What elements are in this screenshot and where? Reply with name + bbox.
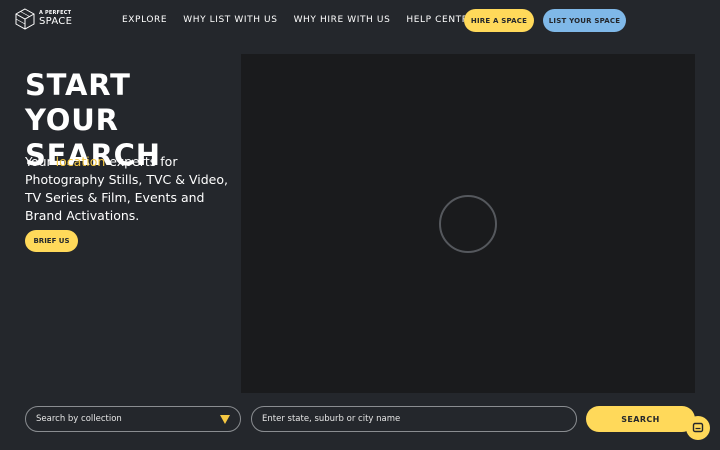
chevron-down-icon (220, 415, 230, 424)
spinner-icon (439, 195, 497, 253)
list-your-space-button[interactable]: LIST YOUR SPACE (543, 9, 626, 32)
hero-description: Your location experts for Photography St… (25, 153, 235, 225)
hero-title-line1: START YOUR (25, 68, 131, 137)
nav-why-list-with-us[interactable]: WHY LIST WITH US (183, 15, 277, 25)
header: A PERFECT SPACE EXPLORE WHY LIST WITH US… (0, 0, 720, 40)
chat-button[interactable] (686, 416, 710, 440)
hire-a-space-button[interactable]: HIRE A SPACE (464, 9, 534, 32)
nav-explore[interactable]: EXPLORE (122, 15, 167, 25)
location-search-input[interactable] (251, 406, 577, 432)
hero-desc-highlight: location (55, 154, 106, 169)
collection-select[interactable]: Search by collection (25, 406, 241, 432)
hero-desc-prefix: Your (25, 154, 56, 169)
hero-video[interactable] (241, 54, 695, 393)
brief-us-button[interactable]: BRIEF US (25, 230, 78, 252)
page: A PERFECT SPACE EXPLORE WHY LIST WITH US… (0, 0, 720, 450)
logo-line2: SPACE (39, 16, 73, 27)
collection-select-label: Search by collection (36, 414, 122, 424)
main-nav: EXPLORE WHY LIST WITH US WHY HIRE WITH U… (122, 15, 491, 25)
nav-why-hire-with-us[interactable]: WHY HIRE WITH US (294, 15, 391, 25)
search-button[interactable]: SEARCH (586, 406, 695, 432)
chat-icon (692, 422, 704, 433)
cube-logo-icon (15, 8, 35, 30)
logo[interactable]: A PERFECT SPACE (14, 7, 74, 31)
